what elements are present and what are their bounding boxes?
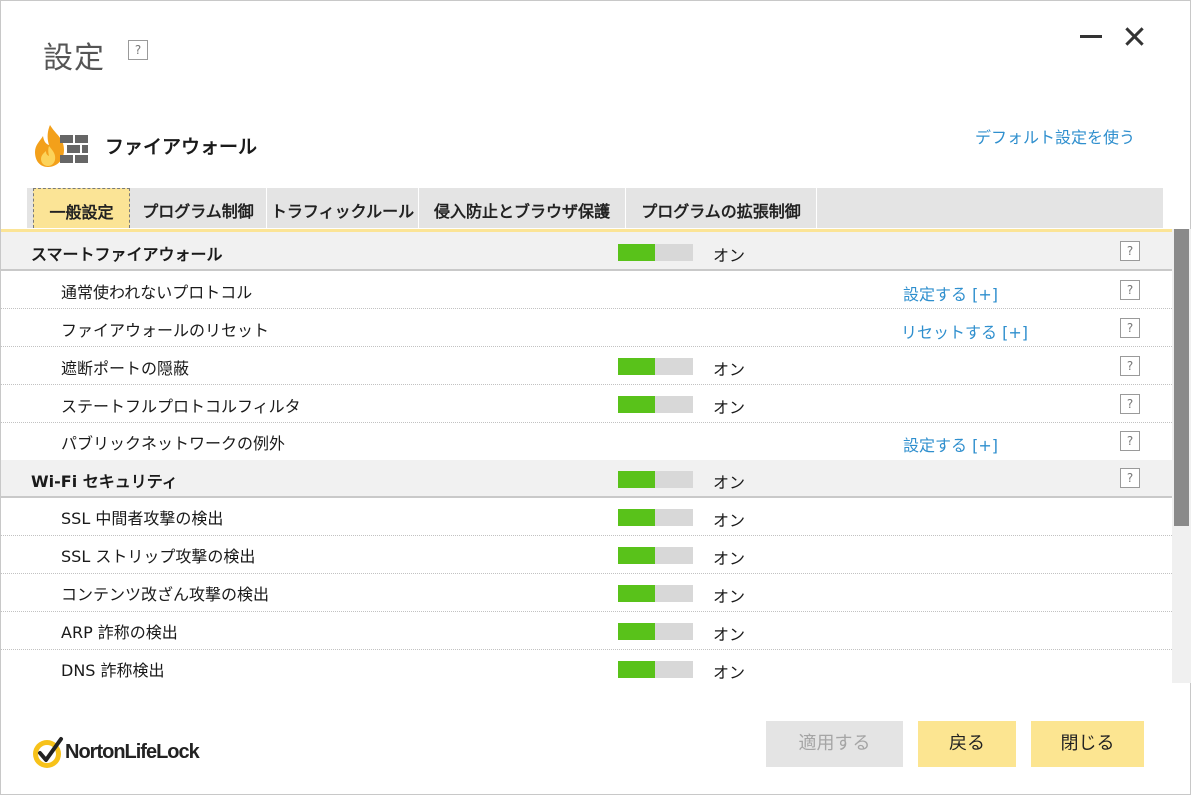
row-label: Wi-Fi セキュリティ <box>31 472 178 491</box>
row-label: パブリックネットワークの例外 <box>61 434 286 453</box>
arp-spoofing-detection-toggle[interactable] <box>618 623 693 640</box>
row-label: コンテンツ改ざん攻撃の検出 <box>61 585 270 604</box>
page-title: 設定 <box>43 41 105 76</box>
list-item: 遮断ポートの隠蔽 オン ? <box>1 347 1172 385</box>
title-help-icon[interactable]: ? <box>128 40 148 60</box>
stateful-protocol-filter-toggle[interactable] <box>618 396 693 413</box>
settings-list: スマートファイアウォール オン ? 通常使われないプロトコル 設定する [+] … <box>1 229 1172 686</box>
list-item: ファイアウォールのリセット リセットする [+] ? <box>1 309 1172 347</box>
firewall-icon <box>35 125 88 167</box>
section-row-wifi-security: Wi-Fi セキュリティ オン ? <box>1 460 1172 498</box>
tab-intrusion-browser-protection[interactable]: 侵入防止とブラウザ保護 <box>419 188 626 228</box>
status-text: オン <box>713 663 746 682</box>
norton-logo: NortonLifeLock <box>31 734 231 770</box>
status-text: オン <box>713 360 746 379</box>
status-text: オン <box>713 473 746 492</box>
tab-program-control[interactable]: プログラム制御 <box>130 188 267 228</box>
scrollbar-thumb[interactable] <box>1174 229 1189 526</box>
list-item: ステートフルプロトコルフィルタ オン ? <box>1 385 1172 423</box>
help-icon[interactable]: ? <box>1120 241 1140 261</box>
dns-spoofing-detection-toggle[interactable] <box>618 661 693 678</box>
smart-firewall-toggle[interactable] <box>618 244 693 261</box>
row-label: SSL 中間者攻撃の検出 <box>61 509 224 528</box>
list-item: パブリックネットワークの例外 設定する [+] ? <box>1 423 1172 460</box>
vertical-scrollbar[interactable] <box>1172 229 1191 683</box>
list-item: コンテンツ改ざん攻撃の検出 オン <box>1 574 1172 612</box>
row-label: ARP 詐称の検出 <box>61 623 178 642</box>
status-text: オン <box>713 398 746 417</box>
settings-window: 設定 ? ファイアウォール デフォルト設定を使う 一般設定 プログラム制御 トラ… <box>0 0 1191 795</box>
tab-traffic-rules[interactable]: トラフィックルール <box>267 188 419 228</box>
row-label: ファイアウォールのリセット <box>61 321 270 340</box>
close-window-button[interactable] <box>1119 21 1149 51</box>
help-icon[interactable]: ? <box>1120 356 1140 376</box>
list-item: ARP 詐称の検出 オン <box>1 612 1172 650</box>
list-item: SSL ストリップ攻撃の検出 オン <box>1 536 1172 574</box>
reset-link[interactable]: リセットする [+] <box>901 319 1028 343</box>
status-text: オン <box>713 246 746 265</box>
content-tampering-detection-toggle[interactable] <box>618 585 693 602</box>
help-icon[interactable]: ? <box>1120 280 1140 300</box>
row-label: DNS 詐称検出 <box>61 661 165 680</box>
back-button[interactable]: 戻る <box>918 721 1016 767</box>
ssl-mitm-detection-toggle[interactable] <box>618 509 693 526</box>
configure-link[interactable]: 設定する [+] <box>903 281 998 305</box>
row-label: スマートファイアウォール <box>31 245 223 264</box>
help-icon[interactable]: ? <box>1120 431 1140 451</box>
tab-general-settings[interactable]: 一般設定 <box>33 188 130 228</box>
status-text: オン <box>713 549 746 568</box>
close-button[interactable]: 閉じる <box>1031 721 1144 767</box>
row-label: 遮断ポートの隠蔽 <box>61 359 190 378</box>
list-item: SSL 中間者攻撃の検出 オン <box>1 498 1172 536</box>
minimize-button[interactable] <box>1076 21 1106 51</box>
row-label: SSL ストリップ攻撃の検出 <box>61 547 256 566</box>
configure-link[interactable]: 設定する [+] <box>903 432 998 456</box>
list-item: 通常使われないプロトコル 設定する [+] ? <box>1 271 1172 309</box>
tab-bar: 一般設定 プログラム制御 トラフィックルール 侵入防止とブラウザ保護 プログラム… <box>27 188 1163 228</box>
list-item: DNS 詐称検出 オン <box>1 650 1172 686</box>
status-text: オン <box>713 587 746 606</box>
row-label: 通常使われないプロトコル <box>61 283 253 302</box>
help-icon[interactable]: ? <box>1120 468 1140 488</box>
brand-name: NortonLifeLock <box>65 741 200 763</box>
section-title: ファイアウォール <box>105 136 258 158</box>
stealth-ports-toggle[interactable] <box>618 358 693 375</box>
row-label: ステートフルプロトコルフィルタ <box>61 397 301 416</box>
wifi-security-toggle[interactable] <box>618 471 693 488</box>
help-icon[interactable]: ? <box>1120 394 1140 414</box>
status-text: オン <box>713 511 746 530</box>
ssl-strip-detection-toggle[interactable] <box>618 547 693 564</box>
apply-button[interactable]: 適用する <box>766 721 903 767</box>
norton-check-icon <box>33 737 63 768</box>
section-row-smart-firewall: スマートファイアウォール オン ? <box>1 232 1172 271</box>
tab-advanced-program-control[interactable]: プログラムの拡張制御 <box>626 188 817 228</box>
use-default-settings-link[interactable]: デフォルト設定を使う <box>975 124 1135 148</box>
status-text: オン <box>713 625 746 644</box>
help-icon[interactable]: ? <box>1120 318 1140 338</box>
